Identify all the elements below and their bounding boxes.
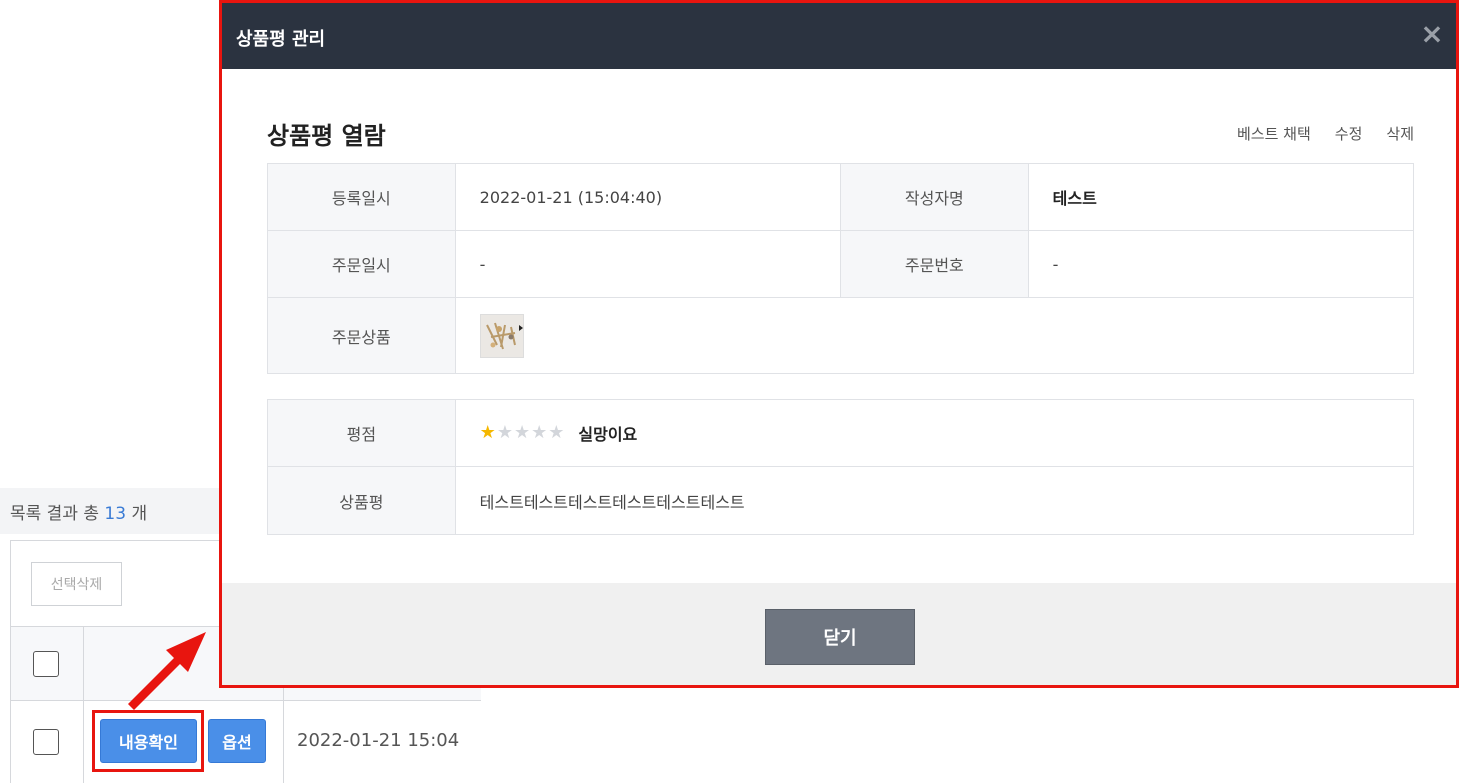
review-manage-modal: 상품평 관리 × 상품평 열람 베스트 채택 수정 삭제 등록일시 2022-0…	[222, 3, 1456, 685]
result-prefix: 목록 결과 총	[10, 504, 100, 524]
order-info-table: 등록일시 2022-01-21 (15:04:40) 작성자명 테스트 주문일시…	[267, 163, 1414, 374]
star-empty-icon: ★	[548, 422, 565, 443]
order-number-value: -	[1052, 254, 1059, 274]
close-icon[interactable]: ×	[1418, 18, 1446, 50]
edit-link[interactable]: 수정	[1335, 123, 1363, 144]
star-empty-icon: ★	[531, 422, 548, 443]
row-date: 2022-01-21 15:04	[297, 730, 460, 751]
order-date-value: -	[456, 231, 841, 297]
result-summary: 목록 결과 총 13 개	[10, 499, 147, 524]
review-content-label: 상품평	[268, 467, 456, 534]
result-count: 13	[104, 504, 127, 524]
select-delete-button[interactable]: 선택삭제	[31, 562, 122, 606]
author-label: 작성자명	[841, 164, 1029, 230]
info-row: 등록일시 2022-01-21 (15:04:40) 작성자명 테스트	[268, 164, 1413, 231]
modal-footer: 닫기	[222, 583, 1456, 685]
modal-title: 상품평 관리	[236, 29, 326, 50]
product-image-icon	[480, 314, 523, 357]
author-value: 테스트	[1052, 189, 1097, 208]
select-all-checkbox[interactable]	[33, 651, 59, 677]
review-content-value: 테스트테스트테스트테스트테스트테스트	[479, 492, 745, 512]
delete-link[interactable]: 삭제	[1386, 123, 1414, 144]
option-button[interactable]: 옵션	[208, 719, 266, 763]
order-number-label: 주문번호	[841, 231, 1029, 297]
product-thumbnail[interactable]	[479, 313, 524, 358]
info-row: 상품평 테스트테스트테스트테스트테스트테스트	[268, 467, 1413, 534]
best-select-link[interactable]: 베스트 채택	[1237, 123, 1311, 144]
rating-stars: ★ ★ ★ ★ ★	[480, 424, 565, 442]
row-checkbox[interactable]	[33, 729, 59, 755]
result-suffix: 개	[131, 504, 148, 524]
star-empty-icon: ★	[496, 422, 513, 443]
star-filled-icon: ★	[479, 422, 496, 443]
rating-text: 실망이요	[578, 425, 638, 444]
review-actions: 베스트 채택 수정 삭제	[1213, 123, 1414, 144]
info-row: 주문일시 - 주문번호 -	[268, 231, 1413, 298]
close-button[interactable]: 닫기	[765, 609, 915, 665]
review-table: 평점 ★ ★ ★ ★ ★ 실망이요 상품평 테스트테스트테스트테스트테스트테스트	[267, 399, 1414, 535]
registered-label: 등록일시	[268, 164, 456, 230]
pointer-arrow-icon	[128, 632, 206, 710]
modal-header: 상품평 관리 ×	[222, 3, 1456, 69]
order-product-label: 주문상품	[268, 298, 456, 373]
order-product-value	[456, 298, 1413, 373]
column-divider	[83, 627, 84, 783]
registered-value: 2022-01-21 (15:04:40)	[456, 164, 841, 230]
rating-label: 평점	[268, 400, 456, 466]
order-date-label: 주문일시	[268, 231, 456, 297]
star-empty-icon: ★	[513, 422, 531, 443]
section-title: 상품평 열람	[267, 122, 386, 150]
info-row: 주문상품	[268, 298, 1413, 373]
info-row: 평점 ★ ★ ★ ★ ★ 실망이요	[268, 400, 1413, 467]
rating-value: ★ ★ ★ ★ ★ 실망이요	[456, 400, 1413, 466]
